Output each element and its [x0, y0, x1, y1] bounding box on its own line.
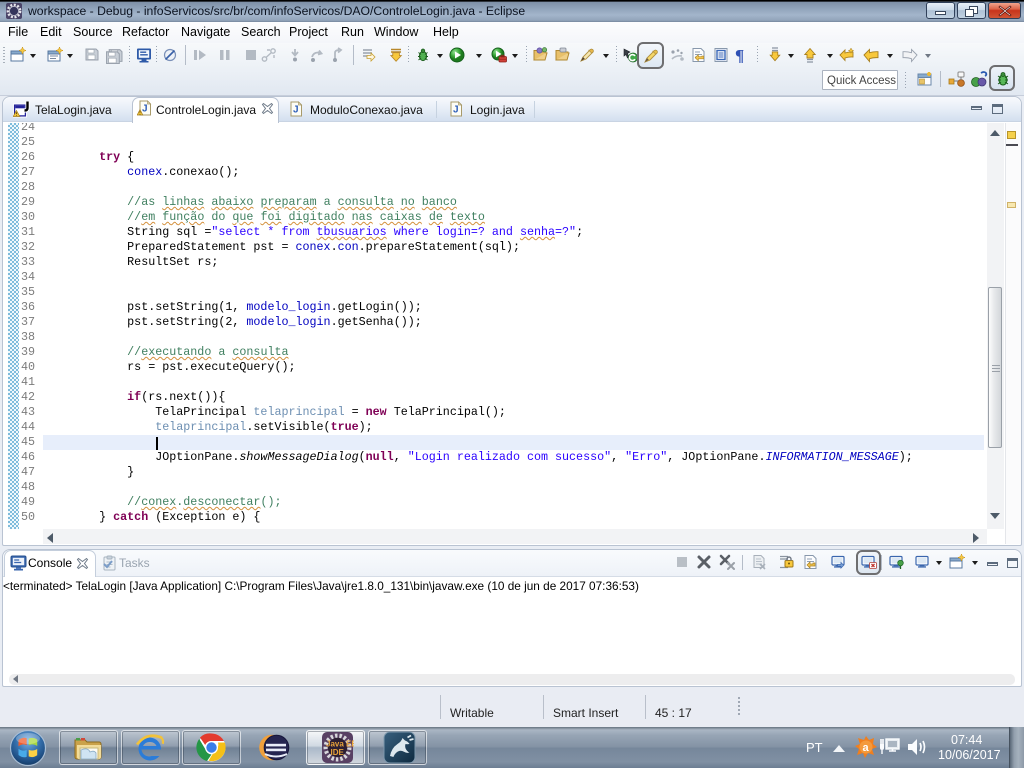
- svg-text:a: a: [863, 742, 870, 754]
- svg-text:J: J: [453, 105, 459, 116]
- svg-text:¶: ¶: [735, 47, 744, 63]
- svg-text:J: J: [142, 104, 148, 115]
- svg-text:J: J: [293, 105, 299, 116]
